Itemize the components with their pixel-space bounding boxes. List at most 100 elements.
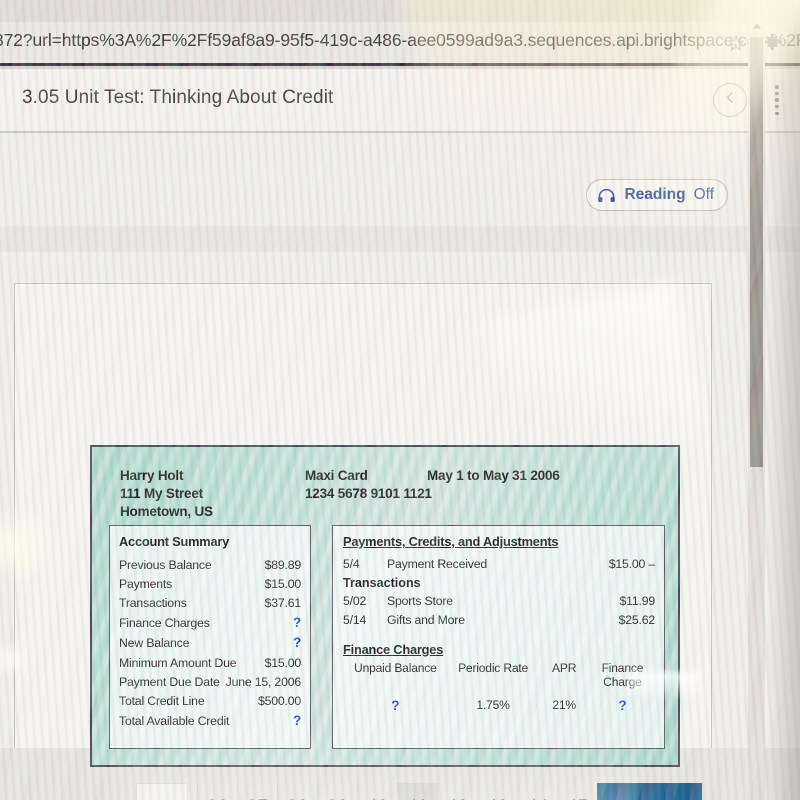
scroll-up-button[interactable] — [748, 18, 765, 35]
account-summary-title: Account Summary — [119, 534, 230, 549]
statement-header: Harry Holt 111 My Street Hometown, US Ma… — [120, 467, 635, 521]
unknown-value-marker: ? — [292, 635, 301, 651]
unknown-value-marker: ? — [292, 713, 301, 729]
unknown-value-marker: ? — [618, 697, 627, 713]
customer-street: 111 My Street — [120, 485, 203, 501]
page-number-button[interactable]: 44 — [517, 783, 557, 800]
transaction-row: 5/14 Gifts and More $25.62 — [343, 610, 655, 629]
previous-page-button[interactable] — [136, 783, 188, 800]
customer-address: Harry Holt 111 My Street Hometown, US — [120, 467, 305, 521]
app-header: 3.05 Unit Test: Thinking About Credit — [0, 69, 800, 131]
account-summary-label: Finance Charges — [119, 616, 210, 631]
page-title: 3.05 Unit Test: Thinking About Credit — [22, 87, 334, 108]
omnibar-divider — [0, 63, 800, 66]
screen-photo: 372?url=https%3A%2F%2Ff59af8a9-95f5-419c… — [0, 0, 800, 800]
finance-charges-title: Finance Charges — [343, 641, 444, 657]
reading-state-label: Off — [693, 186, 714, 203]
vertical-dots-icon — [775, 98, 779, 102]
toolbar-sub-strip — [0, 226, 800, 252]
browser-tabstrip — [0, 0, 800, 22]
page-number-button[interactable]: 37 — [237, 783, 277, 800]
entry-description: Payment Received — [387, 556, 488, 571]
reading-toggle-button[interactable]: Reading Off — [586, 179, 728, 211]
account-summary-label: Payment Due Date — [119, 674, 220, 689]
account-summary-value: $15.00 — [264, 576, 302, 591]
triangle-up-icon — [752, 18, 762, 36]
account-summary-row: Total Available Credit? — [119, 711, 301, 731]
finance-charge-header: Periodic Rate — [458, 660, 529, 675]
vertical-scrollbar[interactable] — [748, 18, 765, 800]
unknown-value-marker: ? — [391, 697, 400, 713]
header-divider — [0, 131, 800, 133]
account-summary-label: Total Credit Line — [119, 693, 205, 708]
page-number-button[interactable]: 43 — [477, 783, 517, 800]
headphones-icon — [597, 188, 616, 203]
star-outline-icon[interactable] — [727, 34, 745, 52]
finance-charges-values: ? 1.75% 21%? — [343, 698, 655, 713]
page-number-button[interactable]: 40 — [357, 783, 397, 800]
entry-date: 5/4 — [343, 556, 360, 571]
account-summary-row: Payments $15.00 — [119, 574, 301, 593]
puzzle-piece-icon[interactable] — [764, 32, 784, 52]
account-summary-rows: Previous Balance $89.89 Payments $15.00 Tran… — [119, 555, 301, 731]
url-bar-text[interactable]: 372?url=https%3A%2F%2Ff59af8a9-95f5-419c… — [0, 30, 800, 51]
payments-transactions-box: Payments, Credits, and Adjustments 5/4 Pa… — [332, 525, 665, 749]
account-summary-row: Transactions $37.61 — [119, 593, 301, 612]
finance-charge-header: APR — [552, 660, 577, 675]
entry-amount: $15.00 – — [608, 556, 655, 571]
page-number-button[interactable]: 42 — [437, 783, 477, 800]
payments-section-title: Payments, Credits, and Adjustments — [343, 534, 559, 549]
chevron-left-icon — [722, 89, 739, 111]
transactions-section-title: Transactions — [343, 576, 421, 591]
account-summary-value: $37.61 — [264, 595, 302, 610]
vertical-dots-icon — [775, 91, 779, 96]
page-number-button[interactable]: 38 — [277, 783, 317, 800]
page-number-list: 36373839404142434445 — [197, 783, 597, 800]
reading-toolbar: Reading Off — [0, 133, 800, 226]
account-summary-box: Account Summary Previous Balance $89.89 Pa… — [109, 525, 311, 749]
finance-charges-headers: Unpaid Balance Periodic Rate APR Finance Ch… — [343, 661, 655, 689]
entry-description: Gifts and More — [387, 612, 465, 627]
browser-omnibar: 372?url=https%3A%2F%2Ff59af8a9-95f5-419c… — [0, 0, 800, 66]
finance-charge-value: 21% — [552, 697, 576, 712]
account-summary-label: Minimum Amount Due — [119, 655, 237, 670]
vertical-dots-icon — [775, 111, 779, 115]
finance-charge-value: 1.75% — [476, 697, 510, 712]
page-number-button[interactable]: 41 — [397, 783, 437, 800]
account-summary-label: Total Available Credit — [119, 714, 230, 729]
finance-charge-header: Unpaid Balance — [354, 660, 437, 675]
pagination: 36373839404142434445 Next — [136, 783, 702, 800]
account-summary-row: New Balance? — [119, 633, 301, 653]
vertical-dots-icon — [775, 85, 779, 89]
account-summary-value: $500.00 — [257, 693, 301, 708]
account-summary-label: Previous Balance — [119, 557, 212, 572]
page-number-button[interactable]: 45 — [557, 783, 597, 800]
reading-label: Reading — [624, 186, 686, 203]
account-summary-value: $89.89 — [264, 557, 302, 572]
next-page-button[interactable]: Next — [597, 783, 702, 800]
payment-row: 5/4 Payment Received $15.00 – — [343, 554, 655, 573]
entry-date: 5/02 — [343, 593, 367, 608]
customer-city: Hometown, US — [120, 503, 213, 519]
entry-date: 5/14 — [343, 612, 367, 627]
overflow-menu-button[interactable] — [774, 85, 780, 115]
account-summary-label: New Balance — [119, 636, 190, 651]
finance-charge-header: Finance Charge — [601, 660, 644, 689]
account-summary-row: Minimum Amount Due $15.00 — [119, 653, 301, 672]
account-summary-row: Finance Charges? — [119, 613, 301, 633]
page-body: Reading Off Harry Holt 111 My Street Hom… — [0, 133, 800, 800]
transactions-rows: 5/02 Sports Store $11.99 5/14 Gifts and More… — [343, 591, 655, 629]
customer-name: Harry Holt — [120, 468, 184, 483]
page-number-button[interactable]: 39 — [317, 783, 357, 800]
statement-period: May 1 to May 31 2006 — [427, 468, 560, 483]
back-button[interactable] — [713, 83, 747, 117]
account-summary-value: $15.00 — [264, 655, 302, 670]
entry-amount: $11.99 — [619, 593, 656, 608]
card-name: Maxi Card — [305, 468, 368, 483]
scrollbar-thumb[interactable] — [750, 37, 763, 467]
page-number-button[interactable]: 36 — [197, 783, 237, 800]
unknown-value-marker: ? — [292, 615, 301, 631]
account-summary-value: June 15, 2006 — [225, 674, 302, 689]
account-summary-row: Total Credit Line $500.00 — [119, 691, 301, 710]
account-summary-label: Transactions — [119, 595, 187, 610]
